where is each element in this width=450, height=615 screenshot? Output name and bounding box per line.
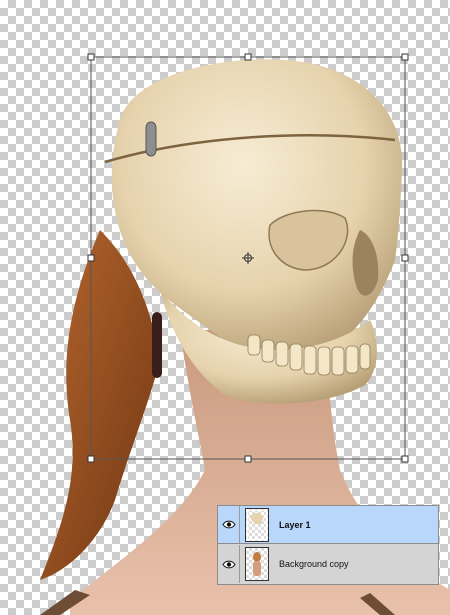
hair-clip: [152, 312, 162, 378]
skull-hook: [145, 121, 157, 157]
layer-thumbnail-woman: [245, 547, 269, 581]
layer-visibility-toggle[interactable]: [218, 545, 240, 583]
transform-handle-top-center[interactable]: [244, 53, 252, 61]
transform-handle-middle-left[interactable]: [87, 254, 95, 262]
transform-handle-bottom-right[interactable]: [401, 455, 409, 463]
transform-handle-top-left[interactable]: [87, 53, 95, 61]
layers-panel: Layer 1 Background copy: [217, 505, 439, 585]
layer-name[interactable]: Layer 1: [279, 520, 311, 530]
layer-thumbnail-skull: [245, 507, 269, 542]
eye-icon: [221, 520, 236, 529]
layer-visibility-toggle[interactable]: [218, 506, 240, 543]
transform-handle-top-right[interactable]: [401, 53, 409, 61]
layer-name[interactable]: Background copy: [279, 559, 349, 569]
transform-handle-bottom-left[interactable]: [87, 455, 95, 463]
transform-handle-middle-right[interactable]: [401, 254, 409, 262]
transform-handle-bottom-center[interactable]: [244, 455, 252, 463]
layer-row-background-copy[interactable]: Background copy: [218, 545, 438, 583]
layer-row-layer-1[interactable]: Layer 1: [218, 506, 438, 544]
eye-icon: [221, 560, 236, 568]
hair: [40, 230, 160, 580]
